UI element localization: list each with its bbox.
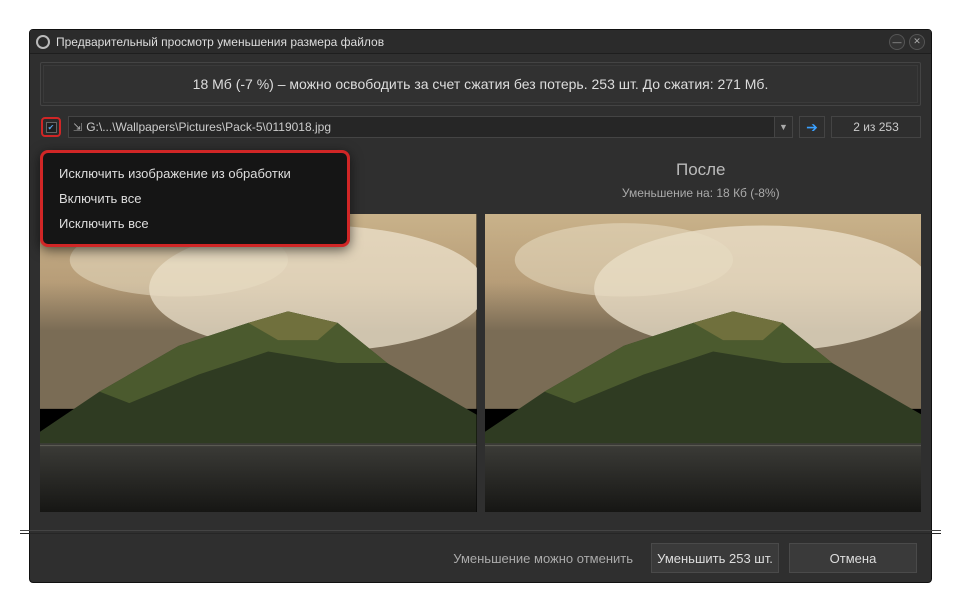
shrink-icon: ⇲ bbox=[73, 121, 82, 134]
app-icon bbox=[36, 35, 50, 49]
arrow-right-icon: ➔ bbox=[806, 119, 818, 136]
close-button[interactable]: ✕ bbox=[909, 34, 925, 50]
include-checkbox[interactable]: ✔ bbox=[46, 122, 57, 133]
file-path-text: G:\...\Wallpapers\Pictures\Pack-5\011901… bbox=[86, 120, 774, 134]
after-image[interactable] bbox=[485, 214, 922, 512]
footer: Уменьшение можно отменить Уменьшить 253 … bbox=[30, 534, 931, 582]
before-image[interactable] bbox=[40, 214, 477, 512]
summary-text: 18 Мб (-7 %) – можно освободить за счет … bbox=[43, 65, 918, 103]
window-title: Предварительный просмотр уменьшения разм… bbox=[56, 35, 885, 49]
menu-include-all[interactable]: Включить все bbox=[43, 186, 347, 211]
preview-row bbox=[40, 214, 921, 512]
next-image-button[interactable]: ➔ bbox=[799, 116, 825, 138]
undo-hint: Уменьшение можно отменить bbox=[453, 551, 633, 566]
summary-bar: 18 Мб (-7 %) – можно освободить за счет … bbox=[40, 62, 921, 106]
after-reduction: Уменьшение на: 18 Кб (-8%) bbox=[481, 186, 922, 200]
path-dropdown-button[interactable]: ▼ bbox=[774, 117, 792, 137]
after-column: После Уменьшение на: 18 Кб (-8%) bbox=[481, 160, 922, 208]
cancel-button[interactable]: Отмена bbox=[789, 543, 917, 573]
after-header: После bbox=[481, 160, 922, 180]
dialog-window: Предварительный просмотр уменьшения разм… bbox=[29, 29, 932, 583]
minimize-button[interactable]: — bbox=[889, 34, 905, 50]
image-counter: 2 из 253 bbox=[831, 116, 921, 138]
context-menu: Исключить изображение из обработки Включ… bbox=[40, 150, 350, 247]
menu-exclude-image[interactable]: Исключить изображение из обработки bbox=[43, 161, 347, 186]
menu-exclude-all[interactable]: Исключить все bbox=[43, 211, 347, 236]
titlebar: Предварительный просмотр уменьшения разм… bbox=[30, 30, 931, 54]
path-row: ✔ ⇲ G:\...\Wallpapers\Pictures\Pack-5\01… bbox=[40, 116, 921, 138]
file-path-combo[interactable]: ⇲ G:\...\Wallpapers\Pictures\Pack-5\0119… bbox=[68, 116, 793, 138]
content-area: 18 Мб (-7 %) – можно освободить за счет … bbox=[30, 54, 931, 520]
include-checkbox-highlight: ✔ bbox=[41, 117, 61, 137]
reduce-button[interactable]: Уменьшить 253 шт. bbox=[651, 543, 779, 573]
